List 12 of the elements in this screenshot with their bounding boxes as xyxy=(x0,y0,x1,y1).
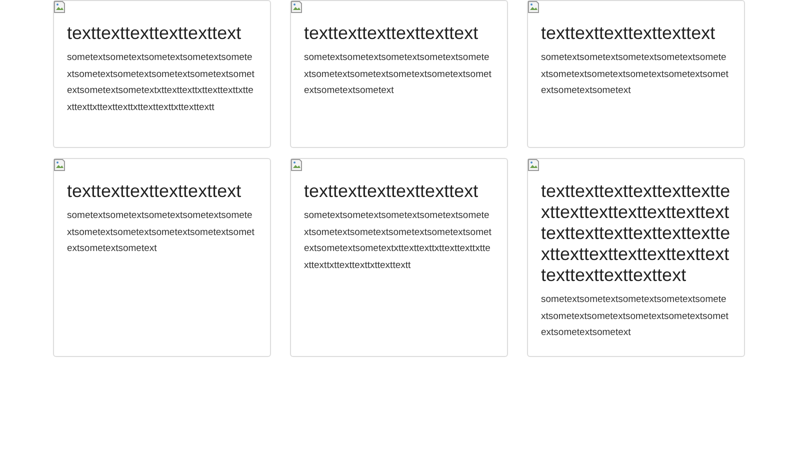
card-text: sometextsometextsometextsometextsometextsometextsometextsometextsometextsometextsometextsometext xyxy=(67,209,256,256)
card-text: sometextsometextsometextsometextsometextsometextsometextsometextsometextsometextsometextsometextxttexttexttxttexttexttxttexttexttxttexttexttxttexttexttxttexttextt xyxy=(67,51,256,114)
card-title: texttexttexttexttexttext xyxy=(67,23,242,44)
card-text: sometextsometextsometextsometextsometextsometextsometextsometextsometextsometextsometextsometext xyxy=(541,293,730,340)
card-text: sometextsometextsometextsometextsometextsometextsometextsometextsometextsometextsometextsometext xyxy=(304,51,492,98)
card-text: sometextsometextsometextsometextsometextsometextsometextsometextsometextsometextsometextsometextxttexttexttxttexttexttxttexttexttxttexttexttxttexttextt xyxy=(304,209,492,272)
card-title: texttexttexttexttexttext xyxy=(304,23,480,44)
card-title: texttexttexttexttexttexttexttexttexttexttexttexttexttexttexttexttexttexttexttexttexttexttexttexttexttexttexttexttexttexttext xyxy=(541,181,731,286)
card-text: sometextsometextsometextsometextsometextsometextsometextsometextsometextsometextsometextsometext xyxy=(541,51,730,98)
card-title: texttexttexttexttexttext xyxy=(541,23,716,44)
card-title: texttexttexttexttexttext xyxy=(67,181,242,202)
card-title: texttexttexttexttexttext xyxy=(304,181,480,202)
